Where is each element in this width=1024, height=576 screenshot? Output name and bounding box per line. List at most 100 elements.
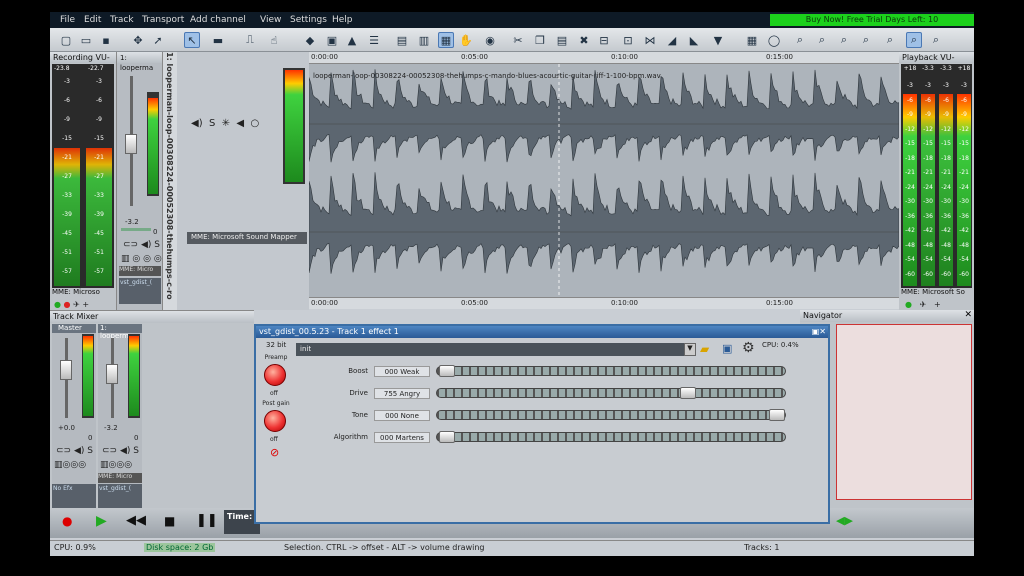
zoom-selection-icon[interactable]: ⌕	[836, 32, 852, 48]
scrub-icon[interactable]: ☝	[266, 32, 282, 48]
record-arm-icon[interactable]: ○	[250, 118, 259, 129]
marker-icon[interactable]: ⎍	[242, 32, 258, 48]
paste-icon[interactable]: ▤	[554, 32, 570, 48]
range-icon[interactable]: ▬	[210, 32, 226, 48]
metronome-icon[interactable]: ▲	[344, 32, 360, 48]
waveform-area[interactable]: 0:00:00 0:05:00 0:10:00 0:15:00 looperman-l…	[309, 52, 899, 309]
timeline-ruler[interactable]: 0:00:00 0:05:00 0:10:00 0:15:00	[309, 52, 899, 64]
cursor-tool-icon[interactable]: ➚	[150, 32, 166, 48]
add-icon[interactable]: +	[82, 300, 89, 309]
param-slider-thumb[interactable]	[439, 431, 455, 443]
close-icon[interactable]: ▣✕	[812, 327, 826, 336]
speaker-icon[interactable]: ◀)	[120, 446, 130, 456]
record-dot-icon[interactable]: ●	[64, 300, 71, 309]
param-slider-thumb[interactable]	[679, 387, 696, 399]
param-slider[interactable]	[436, 409, 786, 421]
zoom-vertical-icon[interactable]: ⌕	[882, 32, 898, 48]
solo-button[interactable]: S	[209, 118, 215, 129]
solo-button[interactable]: S	[87, 446, 93, 456]
gear-icon[interactable]: ⚙	[742, 340, 755, 356]
fx-dialog-title[interactable]: vst_gdist_00.5.23 - Track 1 effect 1	[256, 326, 828, 338]
param-slider[interactable]	[436, 387, 786, 399]
track-volume-thumb[interactable]	[125, 134, 137, 154]
eq-icon[interactable]: ▥	[54, 460, 63, 470]
menu-view[interactable]: View	[260, 15, 281, 25]
grid-icon[interactable]: ▦	[744, 32, 760, 48]
globe-icon[interactable]: ◉	[482, 32, 498, 48]
speaker-icon[interactable]: ◀)	[141, 240, 151, 250]
buy-now-banner[interactable]: Buy Now! Free Trial Days Left: 10	[770, 14, 974, 26]
zoom-out-icon[interactable]: ⌕	[814, 32, 830, 48]
new-file-icon[interactable]: ▢	[58, 32, 74, 48]
navigator-view[interactable]	[836, 324, 972, 500]
zoom-all-icon[interactable]: ⌕	[906, 32, 922, 48]
select-tool-icon[interactable]: ↖	[184, 32, 200, 48]
menu-transport[interactable]: Transport	[142, 15, 184, 25]
stop-icon[interactable]: ■	[164, 514, 175, 528]
wrench-icon[interactable]: ✈	[73, 300, 80, 309]
nav-arrows-icon[interactable]: ◀▶	[836, 514, 853, 527]
track-toggle-icon[interactable]: ⊂⊃	[123, 240, 138, 250]
timeline-ruler-bottom[interactable]: 0:00:00 0:05:00 0:10:00 0:15:00	[309, 297, 899, 309]
toggle-icon[interactable]: ⊂⊃	[102, 446, 117, 456]
loop-icon[interactable]: ◯	[766, 32, 782, 48]
zoom-reset-icon[interactable]: ⌕	[928, 32, 944, 48]
menu-file[interactable]: File	[60, 15, 75, 25]
effects-icon[interactable]: ▼	[710, 32, 726, 48]
param-slider[interactable]	[436, 365, 786, 377]
split-icon[interactable]: ◆	[302, 32, 318, 48]
knob-icon[interactable]: ◎	[143, 254, 151, 264]
preset-select[interactable]: init	[296, 343, 692, 356]
speaker-icon[interactable]: ◀)	[191, 118, 203, 129]
menu-settings[interactable]: Settings	[290, 15, 327, 25]
volume-icon[interactable]: ◀	[236, 118, 244, 129]
param-slider-thumb[interactable]	[439, 365, 455, 377]
cut-icon[interactable]: ✂	[510, 32, 526, 48]
param-slider[interactable]	[436, 431, 786, 443]
param-slider-thumb[interactable]	[769, 409, 785, 421]
bypass-icon[interactable]: ⊘	[270, 446, 279, 459]
fx-star-icon[interactable]: ✳	[222, 118, 230, 129]
wrench-icon[interactable]: ✈	[920, 300, 927, 309]
graph-icon[interactable]: ▦	[438, 32, 454, 48]
delete-icon[interactable]: ✖	[576, 32, 592, 48]
record-icon[interactable]: ●	[62, 514, 72, 528]
knob-icon[interactable]: ◎	[132, 254, 140, 264]
track-device-short[interactable]: MME: Micro	[119, 266, 161, 276]
fade-in-icon[interactable]: ◢	[664, 32, 680, 48]
solo-button[interactable]: S	[154, 240, 160, 250]
hand-icon[interactable]: ✋	[458, 32, 474, 48]
green-dot-icon[interactable]: ●	[54, 300, 61, 309]
fade-icon[interactable]: ⋈	[642, 32, 658, 48]
save-icon[interactable]: ▣	[722, 342, 732, 355]
list-icon[interactable]: ☰	[366, 32, 382, 48]
zoom-fit-icon[interactable]: ⌕	[858, 32, 874, 48]
solo-button[interactable]: S	[133, 446, 139, 456]
fade-out-icon[interactable]: ◣	[686, 32, 702, 48]
copy-icon[interactable]: ❐	[532, 32, 548, 48]
knob-icon[interactable]: ◎	[154, 254, 162, 264]
pause-icon[interactable]: ❚❚	[196, 513, 218, 528]
track-device-select[interactable]: MME: Microsoft Sound Mapper	[187, 232, 307, 244]
speaker-icon[interactable]: ◀)	[74, 446, 84, 456]
zoom-in-icon[interactable]: ⌕	[792, 32, 808, 48]
postgain-knob[interactable]	[264, 410, 286, 432]
green-dot-icon[interactable]: ●	[905, 300, 912, 309]
eq-icon[interactable]: ▥	[121, 254, 130, 264]
insert-track-icon[interactable]: ▤	[394, 32, 410, 48]
play-icon[interactable]: ▶	[96, 513, 107, 529]
chevron-down-icon[interactable]: ▼	[684, 343, 696, 356]
menu-help[interactable]: Help	[332, 15, 353, 25]
preamp-knob[interactable]	[264, 364, 286, 386]
add-icon[interactable]: +	[934, 300, 941, 309]
open-folder-icon[interactable]: ▭	[78, 32, 94, 48]
save-icon[interactable]: ▪	[98, 32, 114, 48]
menu-track[interactable]: Track	[110, 15, 134, 25]
move-icon[interactable]: ✥	[130, 32, 146, 48]
track1-device[interactable]: MME: Micro	[98, 473, 142, 483]
close-icon[interactable]: ✕	[964, 310, 972, 320]
knob-icon[interactable]: ◎	[124, 460, 132, 470]
remove-track-icon[interactable]: ▥	[416, 32, 432, 48]
toggle-icon[interactable]: ⊂⊃	[56, 446, 71, 456]
trim-icon[interactable]: ⊟	[596, 32, 612, 48]
